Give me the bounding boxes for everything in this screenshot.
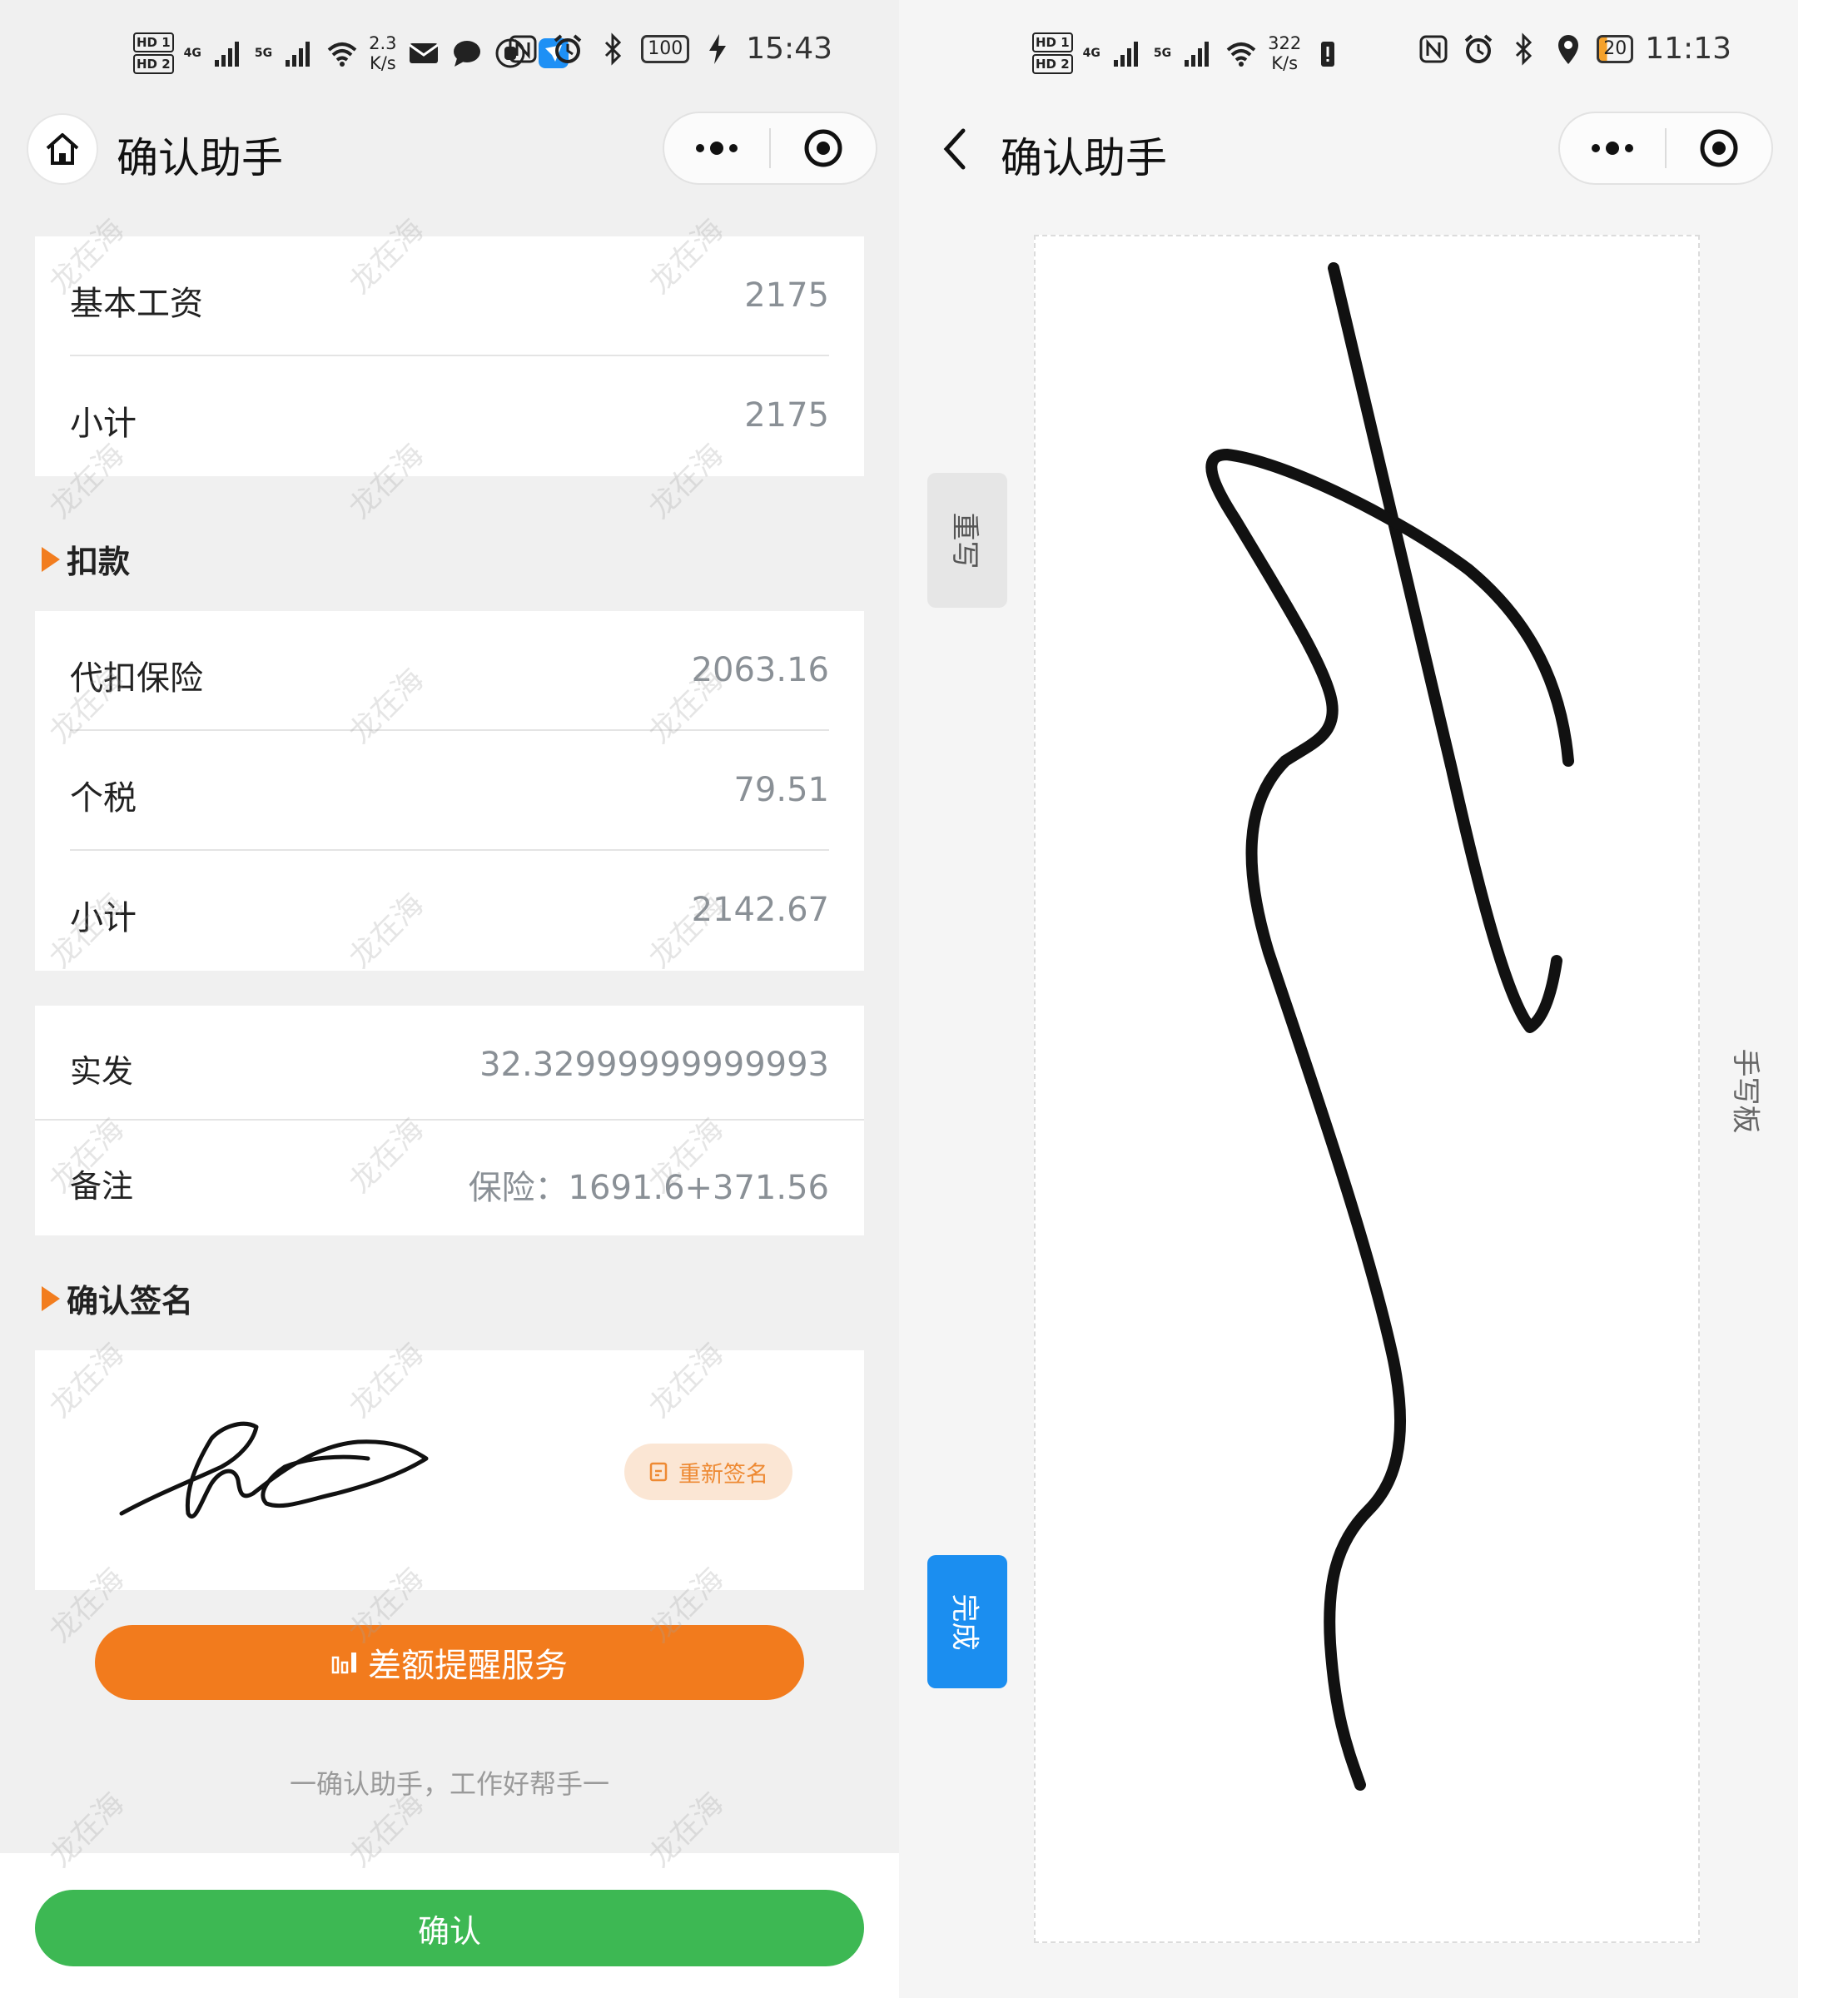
close-program-button[interactable] bbox=[1667, 113, 1771, 183]
bottom-bar: 确认 bbox=[0, 1853, 899, 1998]
battery-indicator: 20 bbox=[1597, 34, 1634, 63]
warning-battery-icon bbox=[1321, 42, 1335, 67]
mail-icon bbox=[408, 43, 439, 63]
chat-bubble-icon bbox=[453, 41, 480, 67]
signal-icon bbox=[1113, 42, 1138, 67]
list-item: 小计 2142.67 bbox=[70, 891, 829, 937]
signature-pad[interactable] bbox=[1034, 235, 1700, 1943]
signature-image bbox=[119, 1421, 429, 1518]
signature-section-title: 确认签名 bbox=[42, 1275, 193, 1321]
nfc-icon bbox=[1419, 35, 1448, 62]
network-type: 4G bbox=[183, 47, 201, 60]
edit-icon bbox=[649, 1462, 668, 1482]
wifi-icon bbox=[327, 42, 357, 67]
battery-indicator: 100 bbox=[641, 34, 690, 63]
more-button[interactable] bbox=[664, 113, 769, 183]
network-type: 5G bbox=[1153, 47, 1172, 60]
wifi-icon bbox=[1226, 42, 1256, 67]
bluetooth-icon bbox=[1516, 32, 1533, 66]
signal-icon bbox=[286, 42, 310, 67]
triangle-icon bbox=[42, 546, 60, 572]
signal-icon bbox=[1185, 42, 1210, 67]
network-speed: 322 K/s bbox=[1268, 33, 1302, 73]
list-item: 基本工资 2175 bbox=[35, 236, 864, 356]
nav-bar: 确认助手 bbox=[0, 100, 899, 200]
list-item: 小计 2175 bbox=[70, 396, 829, 443]
page-title: 确认助手 bbox=[1001, 134, 1167, 182]
chevron-left-icon bbox=[943, 128, 966, 170]
home-button[interactable] bbox=[27, 113, 98, 185]
rewrite-button[interactable]: 重写 bbox=[927, 473, 1007, 608]
alarm-icon bbox=[554, 33, 582, 63]
mini-program-capsule bbox=[1558, 112, 1773, 185]
more-button[interactable] bbox=[1560, 113, 1665, 183]
pad-label: 手写板 bbox=[1728, 1048, 1762, 1133]
target-circle-icon bbox=[1700, 129, 1738, 167]
reminder-service-button[interactable]: 差额提醒服务 bbox=[95, 1625, 804, 1700]
bar-chart-icon bbox=[331, 1653, 356, 1674]
bluetooth-icon bbox=[605, 32, 622, 66]
screen-gap bbox=[1798, 0, 1848, 1998]
deduction-card: 代扣保险 2063.16 个税 79.51 小计 2142.67 bbox=[35, 611, 864, 971]
summary-card: 实发 32.32999999999993 备注 保险：1691.6+371.56 bbox=[35, 1006, 864, 1235]
target-circle-icon bbox=[804, 129, 842, 167]
triangle-icon bbox=[42, 1285, 60, 1311]
alarm-icon bbox=[1464, 33, 1493, 63]
signature-card: 重新签名 bbox=[35, 1350, 864, 1590]
net-pay-row: 实发 32.32999999999993 bbox=[35, 1006, 864, 1121]
close-program-button[interactable] bbox=[771, 113, 876, 183]
status-bar: HD 1 HD 2 4G 5G 2.3 K/s 100 15:43 bbox=[0, 25, 899, 92]
salary-confirm-screen: HD 1 HD 2 4G 5G 2.3 K/s 100 15:43 确认助手 基… bbox=[0, 0, 899, 1998]
nfc-icon bbox=[509, 35, 537, 62]
nav-bar: 确认助手 bbox=[899, 100, 1798, 200]
status-bar: HD 1 HD 2 4G 5G 322 K/s 20 11:13 bbox=[899, 25, 1798, 92]
mini-program-capsule bbox=[663, 112, 877, 185]
list-item: 个税 79.51 bbox=[35, 731, 864, 851]
clock: 15:43 bbox=[746, 32, 832, 66]
confirm-button[interactable]: 确认 bbox=[35, 1890, 864, 1966]
list-item: 代扣保险 2063.16 bbox=[35, 611, 864, 731]
deduction-section-title: 扣款 bbox=[42, 536, 130, 582]
back-button[interactable] bbox=[929, 120, 979, 178]
network-speed: 2.3 K/s bbox=[369, 33, 397, 73]
network-type: 4G bbox=[1082, 47, 1100, 60]
income-card: 基本工资 2175 小计 2175 bbox=[35, 236, 864, 476]
clock: 11:13 bbox=[1645, 32, 1731, 66]
page-title: 确认助手 bbox=[117, 134, 283, 182]
footer-slogan: 一确认助手，工作好帮手一 bbox=[289, 1768, 609, 1800]
signal-icon bbox=[214, 42, 239, 67]
hd-badge: HD 1 HD 2 bbox=[1032, 32, 1073, 75]
more-dots-icon bbox=[1592, 142, 1633, 155]
hd-badge: HD 1 HD 2 bbox=[133, 32, 174, 75]
home-icon bbox=[46, 133, 79, 165]
remark-row: 备注 保险：1691.6+371.56 bbox=[70, 1168, 829, 1207]
more-dots-icon bbox=[696, 142, 738, 155]
location-icon bbox=[1558, 34, 1579, 64]
signature-pad-screen: HD 1 HD 2 4G 5G 322 K/s 20 11:13 确认助手 重写… bbox=[899, 0, 1798, 1998]
handwritten-stroke bbox=[1205, 262, 1574, 1791]
done-button[interactable]: 完成 bbox=[927, 1555, 1007, 1688]
network-type: 5G bbox=[254, 47, 273, 60]
resign-button[interactable]: 重新签名 bbox=[624, 1444, 792, 1500]
charging-bolt-icon bbox=[709, 33, 727, 64]
